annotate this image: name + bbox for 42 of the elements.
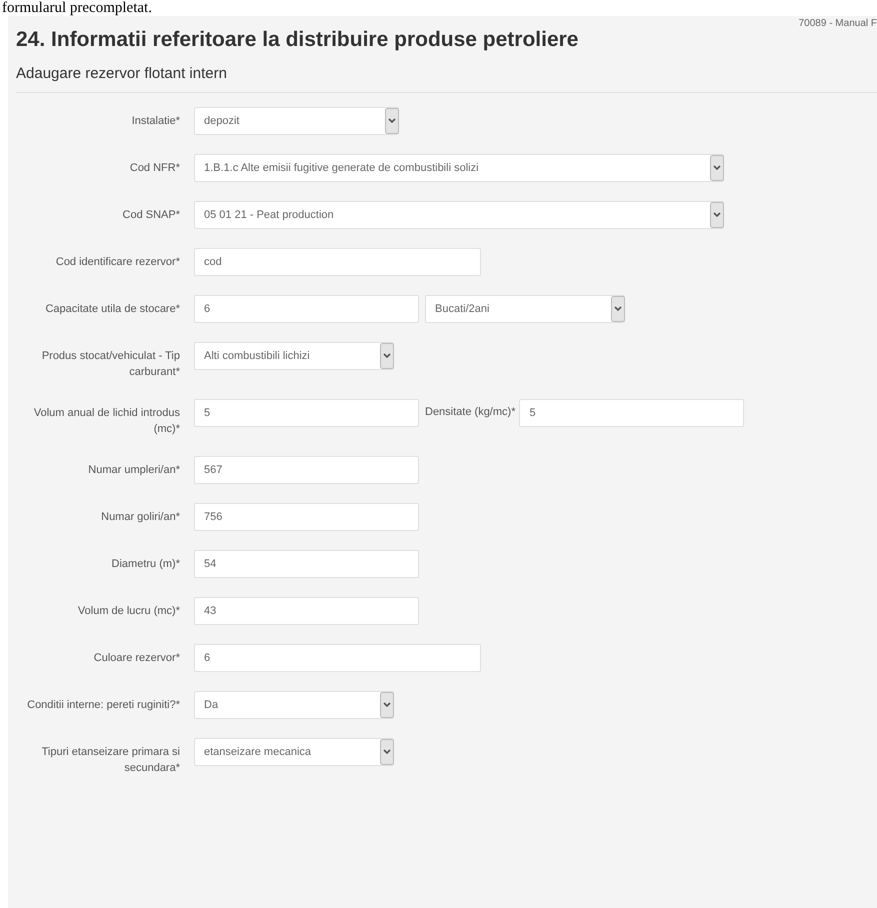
chevron-down-icon: [380, 739, 394, 765]
chevron-down-icon: [611, 296, 625, 322]
field-label: Numar goliri/an*: [100, 510, 180, 525]
chevron-down-icon: [710, 202, 724, 228]
section-title: 24. Informatii referitoare la distribuire produse petroliere: [16, 27, 580, 53]
page-reference: 70089 - Manual F: [798, 18, 877, 29]
chevron-down-icon: [380, 692, 394, 718]
input-field[interactable]: 756: [194, 503, 419, 531]
field-label: Instalatie*: [130, 114, 180, 129]
input-field[interactable]: 6: [194, 295, 419, 323]
field-label: Numar umpleri/an*: [87, 463, 180, 478]
field-label: Conditii interne: pereti ruginiti?*: [26, 698, 180, 713]
field-label: Culoare rezervor*: [92, 651, 180, 666]
field-label: Produs stocat/vehiculat - Tip carburant*: [40, 349, 180, 380]
chevron-down-icon: [710, 155, 724, 181]
field-label: Cod NFR*: [128, 161, 180, 176]
field-label: Cod identificare rezervor*: [54, 255, 180, 270]
field-label: Capacitate utila de stocare*: [44, 302, 180, 317]
input-field[interactable]: cod: [194, 248, 481, 276]
dropdown[interactable]: Bucati/2ani: [425, 295, 625, 323]
form-subtitle: Adaugare rezervor flotant intern: [16, 64, 877, 93]
input-field[interactable]: 5: [519, 399, 744, 427]
field-label: Cod SNAP*: [122, 208, 180, 223]
document-text: formularul precompletat.: [1, 0, 153, 16]
field-label: Densitate (kg/mc)*: [425, 405, 516, 418]
input-field[interactable]: 5: [194, 399, 419, 427]
input-field[interactable]: 6: [194, 644, 481, 672]
field-label: Diametru (m)*: [110, 557, 180, 572]
input-field[interactable]: 567: [194, 456, 419, 484]
input-field[interactable]: 54: [194, 550, 419, 578]
dropdown[interactable]: 05 01 21 - Peat production: [194, 201, 724, 229]
field-label: Volum de lucru (mc)*: [76, 604, 180, 619]
field-label: Tipuri etanseizare primara si secundara*: [40, 745, 180, 776]
dropdown[interactable]: 1.B.1.c Alte emisii fugitive generate de combustibili solizi: [194, 154, 724, 182]
dropdown[interactable]: etanseizare mecanica: [194, 738, 394, 766]
dropdown[interactable]: Alti combustibili lichizi: [194, 342, 394, 370]
chevron-down-icon: [385, 108, 399, 134]
dropdown[interactable]: depozit: [194, 107, 399, 135]
input-field[interactable]: 43: [194, 597, 419, 625]
chevron-down-icon: [380, 343, 394, 369]
dropdown[interactable]: Da: [194, 691, 394, 719]
field-label: Volum anual de lichid introdus (mc)*: [32, 406, 180, 437]
